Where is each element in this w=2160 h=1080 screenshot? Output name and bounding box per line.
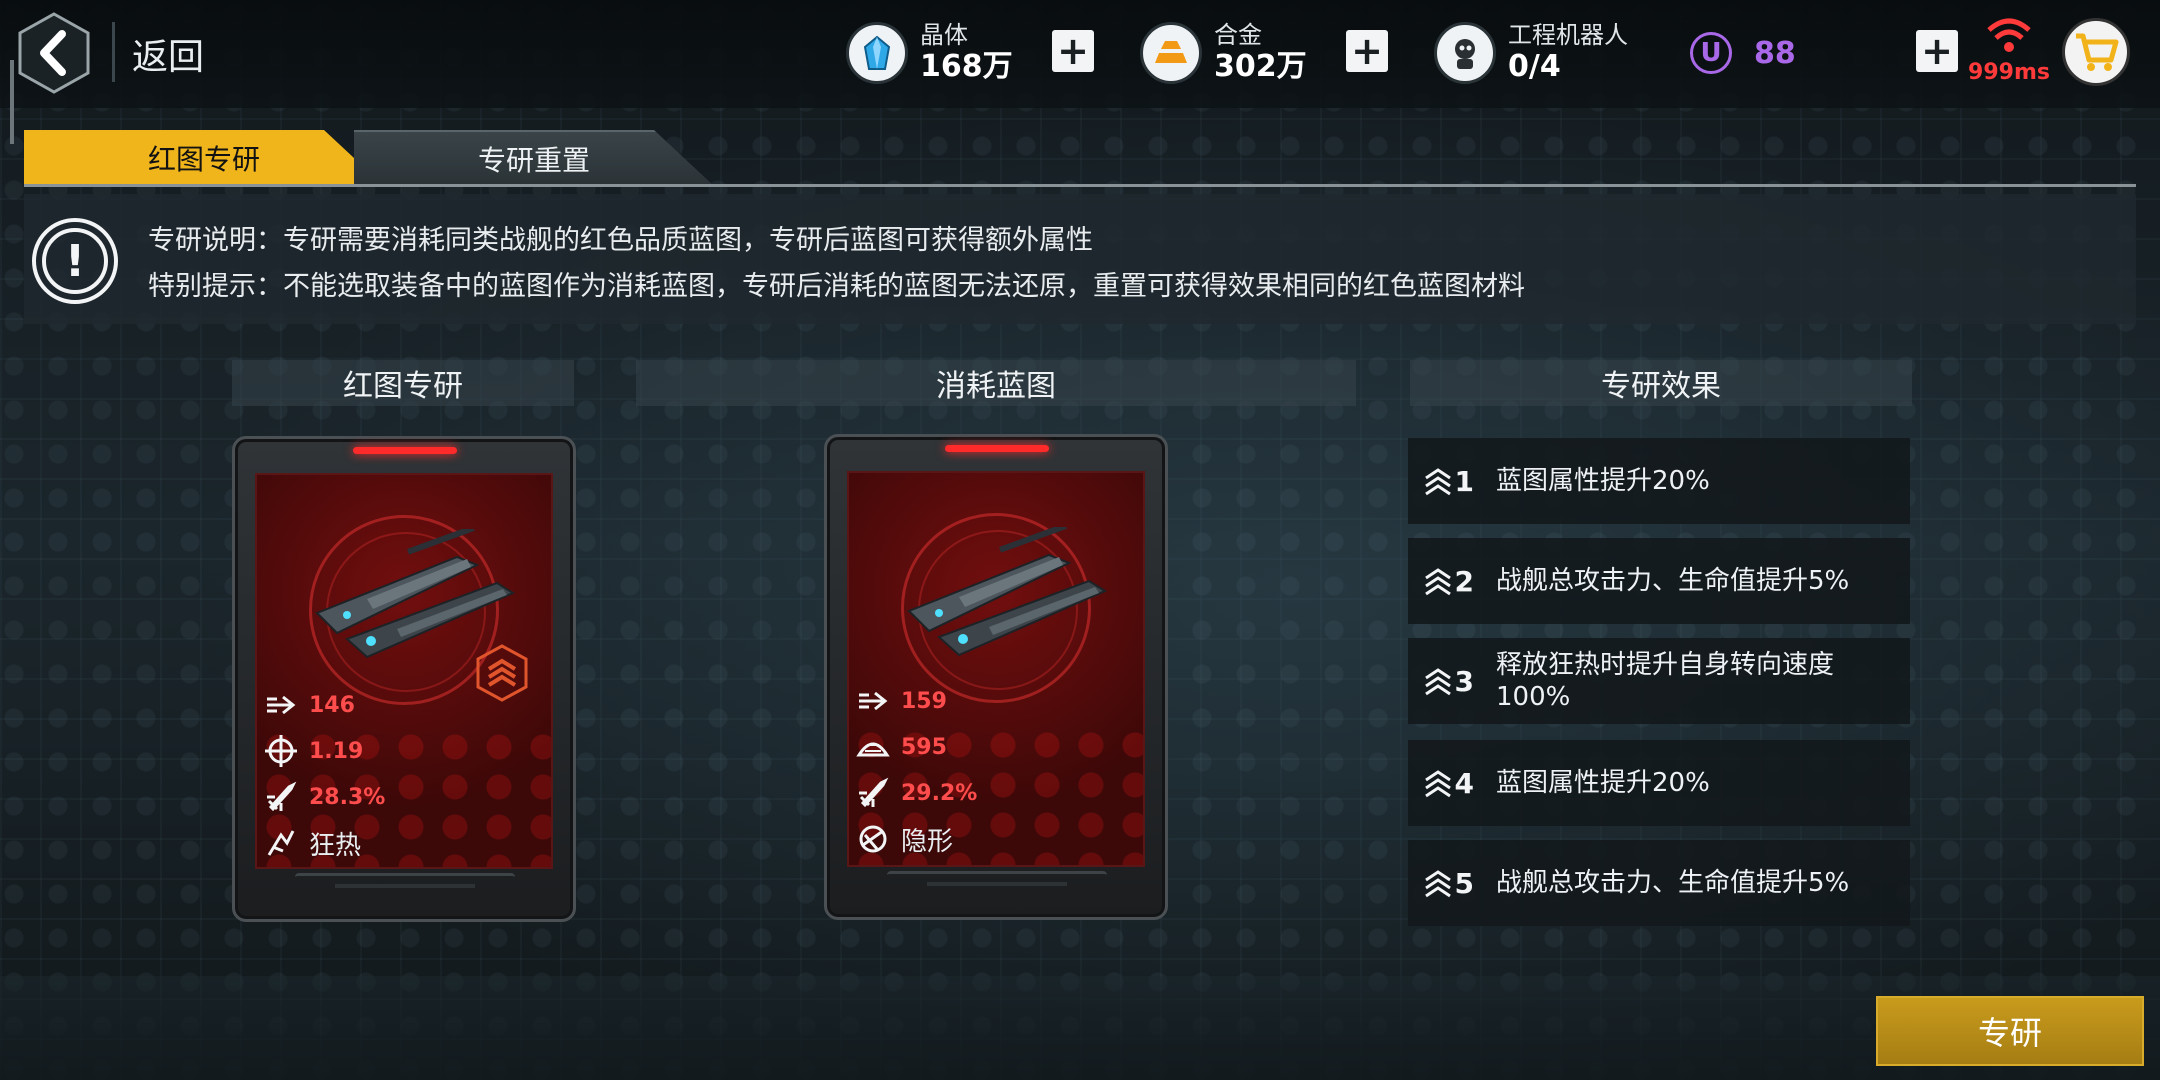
notice-description: 专研说明：专研需要消耗同类战舰的红色品质蓝图，专研后蓝图可获得额外属性: [148, 225, 1093, 256]
stat-accuracy: 1.19: [263, 733, 363, 769]
stat-value: 28.3%: [309, 784, 386, 810]
effect-level-number: 1: [1454, 464, 1474, 498]
skill-label: 隐形: [901, 826, 954, 857]
card-base: [295, 873, 515, 909]
resource-label: 合金: [1214, 20, 1262, 49]
card-face: 146 1.19 28.3% 狂热: [255, 473, 553, 869]
effect-row: 4 蓝图属性提升20%: [1408, 740, 1910, 826]
effect-description: 释放狂热时提升自身转向速度100%: [1496, 649, 1835, 713]
stat-value: 159: [901, 688, 947, 714]
effect-description: 蓝图属性提升20%: [1496, 465, 1710, 496]
missile-icon: [267, 781, 297, 812]
resource-crystal: 晶体 168万: [846, 18, 1013, 88]
effect-level-number: 5: [1454, 866, 1474, 900]
arrow-speed-icon: [859, 691, 888, 711]
level-chevron-icon: [1424, 468, 1451, 496]
warship-image: [907, 527, 1108, 657]
rank-chevron-icon: [476, 644, 528, 702]
top-bar: 返回 晶体 168万 + 合金 302万 + 工程机器人 0/4 U 88 + …: [0, 0, 2160, 108]
level-chevron-icon: [1424, 568, 1451, 596]
section-title-red-blueprint: 红图专研: [232, 360, 574, 406]
add-alloy-button[interactable]: +: [1346, 30, 1388, 72]
effect-level-number: 4: [1454, 766, 1474, 800]
frenzy-icon: [267, 830, 295, 856]
level-chevron-icon: [1424, 668, 1451, 696]
side-indicator: [10, 60, 14, 144]
notice-warning: 特别提示：不能选取装备中的蓝图作为消耗蓝图，专研后消耗的蓝图无法还原，重置可获得…: [148, 271, 1525, 302]
shop-cart-button[interactable]: [2062, 18, 2130, 86]
skill-label: 狂热: [309, 830, 362, 861]
exclamation-icon: !: [32, 218, 118, 304]
wifi-icon: [1987, 18, 2031, 52]
tab-red-blueprint-research[interactable]: 红图专研: [24, 130, 384, 186]
effect-description: 蓝图属性提升20%: [1496, 767, 1710, 798]
alloy-icon: [1140, 22, 1202, 84]
skill-stealth: 隐形: [855, 821, 953, 857]
effect-row: 1 蓝图属性提升20%: [1408, 438, 1910, 524]
armor-icon: [856, 742, 890, 757]
section-title-consume-blueprint: 消耗蓝图: [636, 360, 1356, 406]
effect-row: 2 战舰总攻击力、生命值提升5%: [1408, 538, 1910, 624]
add-premium-button[interactable]: +: [1916, 30, 1958, 72]
stat-speed: 159: [855, 683, 947, 719]
effect-level-number: 3: [1454, 664, 1474, 698]
resource-alloy: 合金 302万: [1140, 18, 1307, 88]
resource-label: 晶体: [920, 20, 968, 49]
divider: [112, 22, 115, 82]
stat-missile: 28.3%: [263, 779, 385, 815]
card-face: 159 595 29.2% 隐形: [847, 471, 1145, 867]
effect-row: 5 战舰总攻击力、生命值提升5%: [1408, 840, 1910, 926]
stat-value: 595: [901, 734, 947, 760]
stat-missile: 29.2%: [855, 775, 977, 811]
section-title-effects: 专研效果: [1410, 360, 1912, 406]
crystal-icon: [846, 22, 908, 84]
resource-label: 工程机器人: [1508, 20, 1628, 49]
card-base: [887, 871, 1107, 907]
level-chevron-icon: [1424, 770, 1451, 798]
card-indicator-light: [353, 447, 457, 454]
effect-level-number: 2: [1454, 564, 1474, 598]
card-indicator-light: [945, 445, 1049, 452]
resource-value: 302万: [1214, 48, 1307, 84]
effect-description: 战舰总攻击力、生命值提升5%: [1496, 867, 1850, 898]
ping-label: 999ms: [1968, 60, 2050, 85]
stat-value: 29.2%: [901, 780, 978, 806]
target-blueprint-card[interactable]: 146 1.19 28.3% 狂热: [232, 436, 576, 922]
missile-icon: [859, 777, 889, 808]
stat-value: 146: [309, 692, 355, 718]
tab-underline: [24, 184, 2136, 187]
resource-value: 168万: [920, 48, 1013, 84]
back-button[interactable]: [14, 10, 94, 96]
stat-speed: 146: [263, 687, 355, 723]
add-crystal-button[interactable]: +: [1052, 30, 1094, 72]
robot-icon: [1434, 22, 1496, 84]
stat-value: 1.19: [309, 738, 364, 764]
resource-value: 0/4: [1508, 48, 1561, 84]
resource-robot: 工程机器人 0/4: [1434, 18, 1628, 88]
research-confirm-button[interactable]: 专研: [1876, 996, 2144, 1066]
crosshair-icon: [265, 735, 297, 767]
consume-blueprint-card[interactable]: 159 595 29.2% 隐形: [824, 434, 1168, 920]
back-label[interactable]: 返回: [132, 28, 204, 80]
premium-currency-value: 88: [1754, 36, 1796, 71]
effect-description: 战舰总攻击力、生命值提升5%: [1496, 565, 1850, 596]
back-arrow-icon: [18, 12, 90, 94]
arrow-speed-icon: [267, 695, 296, 715]
cart-icon: [2076, 33, 2119, 71]
bottom-bar: [0, 976, 2160, 1080]
notice-panel: ! 专研说明：专研需要消耗同类战舰的红色品质蓝图，专研后蓝图可获得额外属性 特别…: [24, 194, 2136, 324]
network-status: 999ms: [1966, 14, 2052, 86]
premium-currency-icon: U: [1690, 32, 1732, 74]
stealth-icon: [859, 825, 887, 853]
level-chevron-icon: [1424, 870, 1451, 898]
effect-row: 3 释放狂热时提升自身转向速度100%: [1408, 638, 1910, 724]
tab-research-reset[interactable]: 专研重置: [354, 130, 714, 186]
skill-frenzy: 狂热: [263, 825, 361, 861]
stat-armor: 595: [855, 729, 947, 765]
